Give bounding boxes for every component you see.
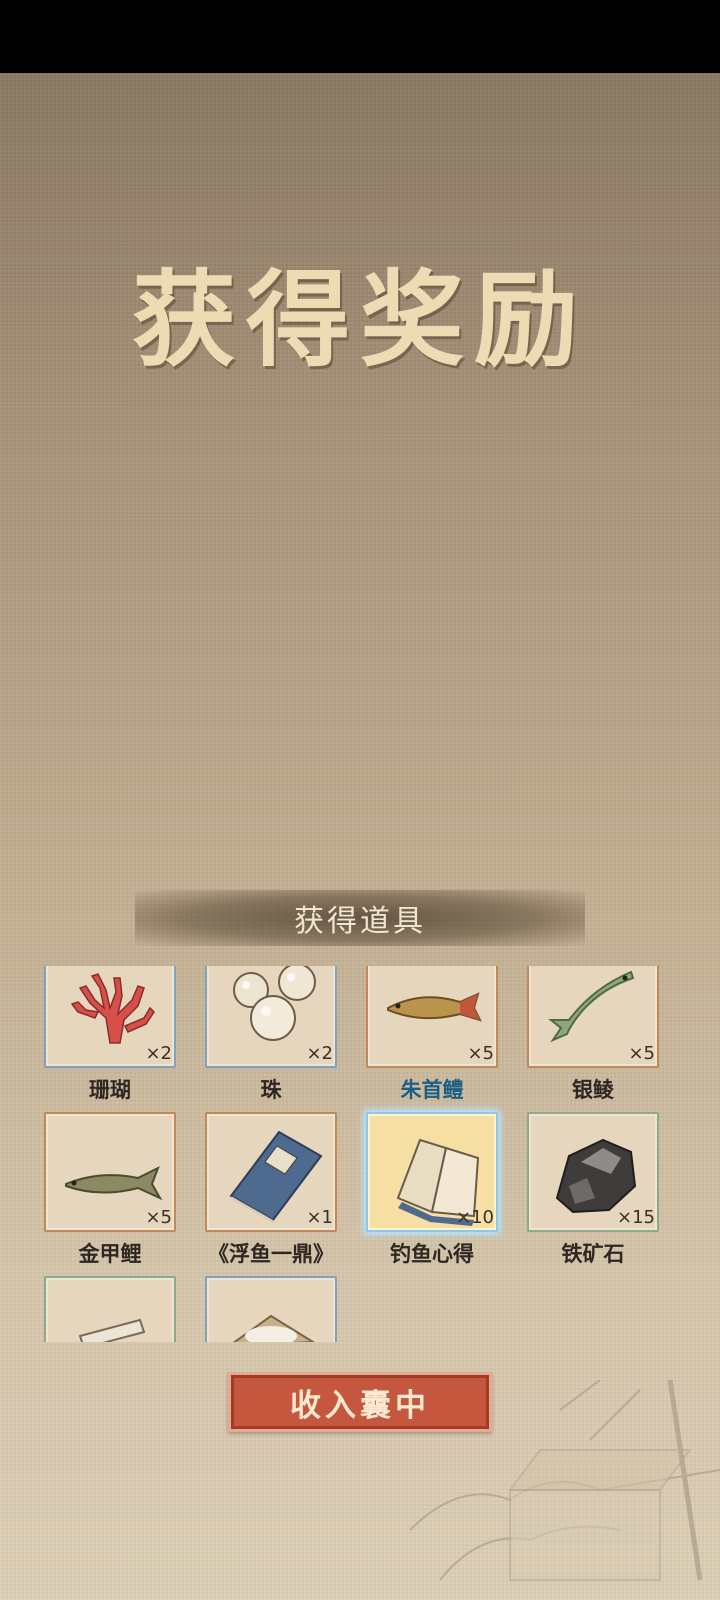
page-title: 获得奖励 bbox=[131, 258, 588, 381]
item-cell-rice[interactable] bbox=[201, 1276, 339, 1342]
item-qty: ×5 bbox=[145, 1207, 172, 1228]
rice-icon bbox=[232, 1314, 315, 1342]
item-qty: ×10 bbox=[456, 1207, 494, 1228]
item-cell-book[interactable]: ×1 《浮鱼一鼎》 bbox=[201, 1112, 339, 1266]
scroll-icon bbox=[78, 1318, 146, 1342]
item-cell-arowana[interactable]: ×5 朱首鳢 bbox=[362, 966, 500, 1102]
item-qty: ×5 bbox=[628, 1043, 655, 1064]
treasure-chest-illustration bbox=[409, 1380, 720, 1581]
item-qty: ×2 bbox=[145, 1043, 172, 1064]
item-cell-coral[interactable]: ×2 珊瑚 bbox=[40, 966, 178, 1102]
item-cell-golden-carp[interactable]: ×5 金甲鲤 bbox=[40, 1112, 178, 1266]
status-bar bbox=[0, 0, 720, 73]
item-qty: ×15 bbox=[617, 1207, 655, 1228]
item-cell-fishing-notes[interactable]: ×10 钓鱼心得 bbox=[362, 1112, 500, 1266]
item-name: 铁矿石 bbox=[561, 1242, 625, 1266]
item-name: 珊瑚 bbox=[89, 1078, 131, 1102]
item-qty: ×2 bbox=[306, 1043, 333, 1064]
item-name: 钓鱼心得 bbox=[390, 1242, 474, 1266]
item-grid[interactable]: ×2 珊瑚 ×2 珠 ×5 朱首鳢 ×5 银鲮 ×5 金甲鲤 ×1 《浮鱼一鼎》… bbox=[40, 966, 680, 1342]
item-name: 金甲鲤 bbox=[78, 1242, 142, 1266]
item-cell-scroll[interactable] bbox=[40, 1276, 178, 1342]
item-name: 珠 bbox=[260, 1078, 282, 1102]
item-cell-pearls[interactable]: ×2 珠 bbox=[201, 966, 339, 1102]
item-name: 银鲮 bbox=[572, 1078, 614, 1102]
item-name: 朱首鳢 bbox=[400, 1078, 464, 1102]
section-title: 获得道具 bbox=[294, 904, 426, 939]
item-qty: ×5 bbox=[467, 1043, 494, 1064]
item-cell-iron-ore[interactable]: ×15 铁矿石 bbox=[523, 1112, 661, 1266]
item-name: 《浮鱼一鼎》 bbox=[208, 1242, 334, 1266]
section-banner: 获得道具 bbox=[135, 890, 585, 946]
item-cell-silver-carp[interactable]: ×5 银鲮 bbox=[523, 966, 661, 1102]
item-qty: ×1 bbox=[306, 1207, 333, 1228]
